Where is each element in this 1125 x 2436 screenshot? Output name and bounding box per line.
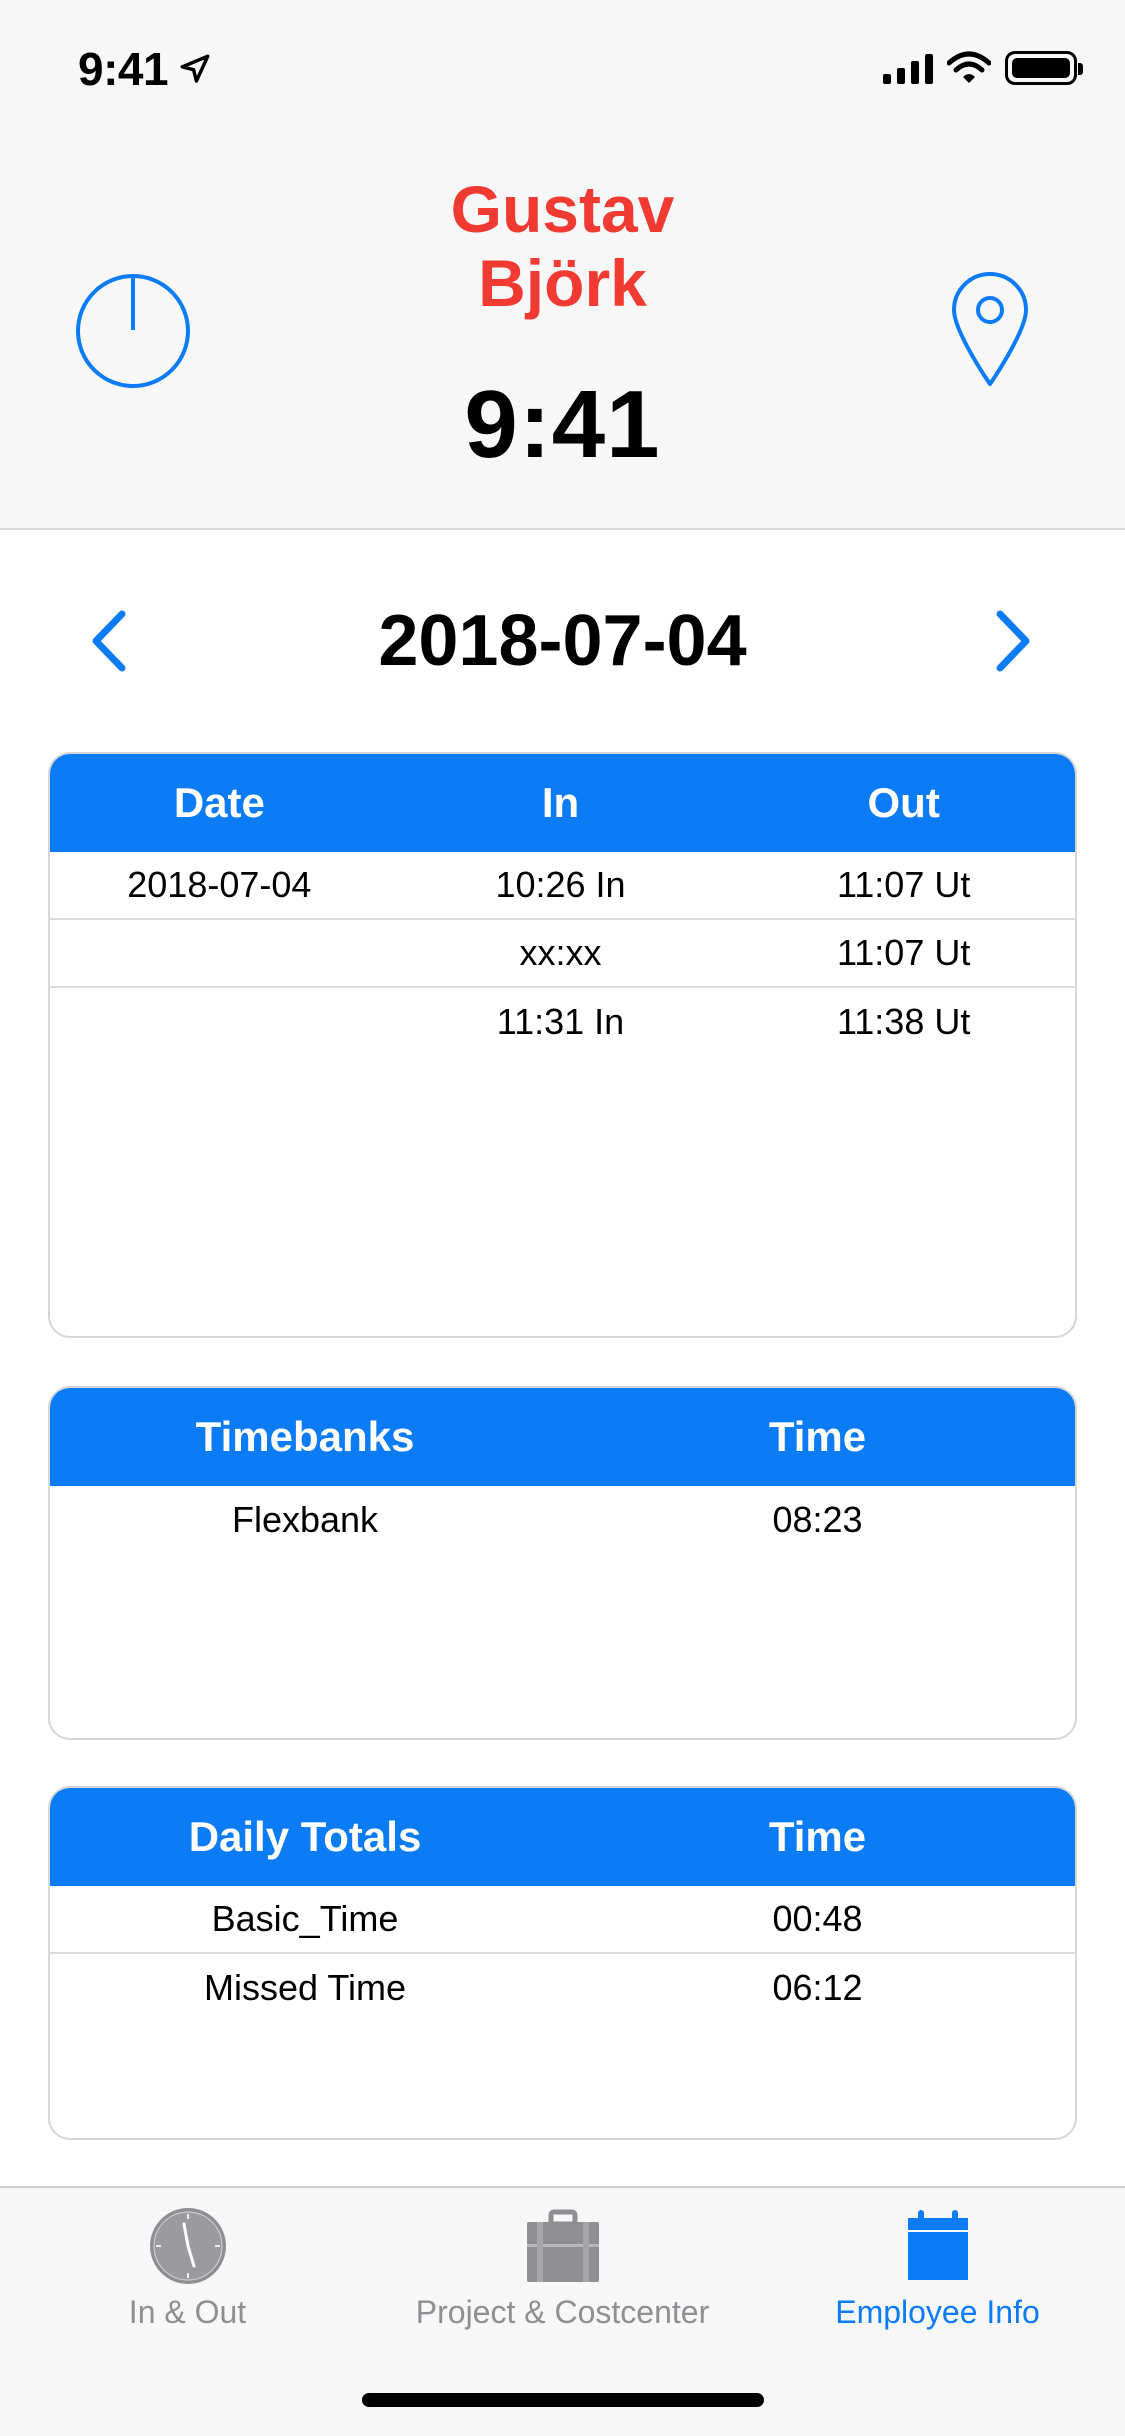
employee-first-name: Gustav <box>450 172 675 246</box>
table-header: Daily Totals Time <box>50 1788 1075 1886</box>
power-icon[interactable] <box>74 272 192 390</box>
column-header-time: Time <box>768 1413 867 1460</box>
cell-date: 2018-07-04 <box>127 864 312 905</box>
in-out-table: Date In Out 2018-07-04 10:26 In 11:07 Ut… <box>48 752 1077 1338</box>
cell-total-time: 00:48 <box>772 1898 863 1939</box>
cell-total-time: 06:12 <box>772 1967 863 2008</box>
column-header-timebanks: Timebanks <box>195 1413 415 1460</box>
table-header: Timebanks Time <box>50 1388 1075 1486</box>
cell-in: 11:31 In <box>496 1001 625 1042</box>
cell-out: 11:07 Ut <box>836 932 971 973</box>
table-row[interactable]: 11:31 In 11:38 Ut <box>50 988 1075 1056</box>
column-header-daily-totals: Daily Totals <box>188 1813 422 1860</box>
wifi-icon <box>947 51 991 83</box>
tab-project-costcenter[interactable]: Project & Costcenter <box>375 2206 750 2331</box>
cell-in: xx:xx <box>519 932 602 973</box>
column-header-out: Out <box>867 779 940 826</box>
location-arrow-icon <box>180 54 210 83</box>
cellular-signal-icon <box>883 52 933 84</box>
tab-employee-info[interactable]: Employee Info <box>750 2206 1125 2331</box>
daily-totals-table: Daily Totals Time Basic_Time 00:48 Misse… <box>48 1786 1077 2140</box>
timebanks-table: Timebanks Time Flexbank 08:23 <box>48 1386 1077 1740</box>
cell-total-name: Basic_Time <box>211 1898 399 1939</box>
column-header-time: Time <box>768 1813 867 1860</box>
cell-out: 11:07 Ut <box>836 864 971 905</box>
next-day-button[interactable] <box>980 608 1040 674</box>
cell-out: 11:38 Ut <box>836 1001 971 1042</box>
table-row[interactable]: xx:xx 11:07 Ut <box>50 920 1075 988</box>
cell-timebank-name: Flexbank <box>231 1499 379 1540</box>
tab-in-out[interactable]: In & Out <box>0 2206 375 2331</box>
calendar-icon <box>907 2210 968 2280</box>
table-row[interactable]: Flexbank 08:23 <box>50 1486 1075 1554</box>
column-header-date: Date <box>173 779 265 826</box>
location-pin-icon[interactable] <box>950 272 1030 388</box>
header: 9:41 Gustav Björk 9:41 <box>0 0 1125 530</box>
table-row[interactable]: Missed Time 06:12 <box>50 1954 1075 2022</box>
cell-timebank-time: 08:23 <box>772 1499 863 1540</box>
tab-label: In & Out <box>128 2294 247 2330</box>
home-indicator[interactable] <box>362 2393 764 2407</box>
status-time: 9:41 <box>78 43 169 95</box>
status-indicators <box>883 48 1083 88</box>
tab-label: Project & Costcenter <box>415 2294 710 2330</box>
app-screen: 9:41 Gustav Björk 9:41 2018-07-04 Date I… <box>0 0 1125 2436</box>
clock-icon <box>149 2208 226 2284</box>
column-header-in: In <box>541 779 580 826</box>
table-row[interactable]: 2018-07-04 10:26 In 11:07 Ut <box>50 852 1075 920</box>
cell-total-name: Missed Time <box>203 1967 407 2008</box>
selected-date: 2018-07-04 <box>378 601 747 681</box>
cell-in: 10:26 In <box>495 864 626 905</box>
table-row[interactable]: Basic_Time 00:48 <box>50 1886 1075 1954</box>
briefcase-icon <box>526 2209 599 2282</box>
battery-icon <box>1005 51 1083 85</box>
table-header: Date In Out <box>50 754 1075 852</box>
tab-label: Employee Info <box>835 2294 1040 2330</box>
